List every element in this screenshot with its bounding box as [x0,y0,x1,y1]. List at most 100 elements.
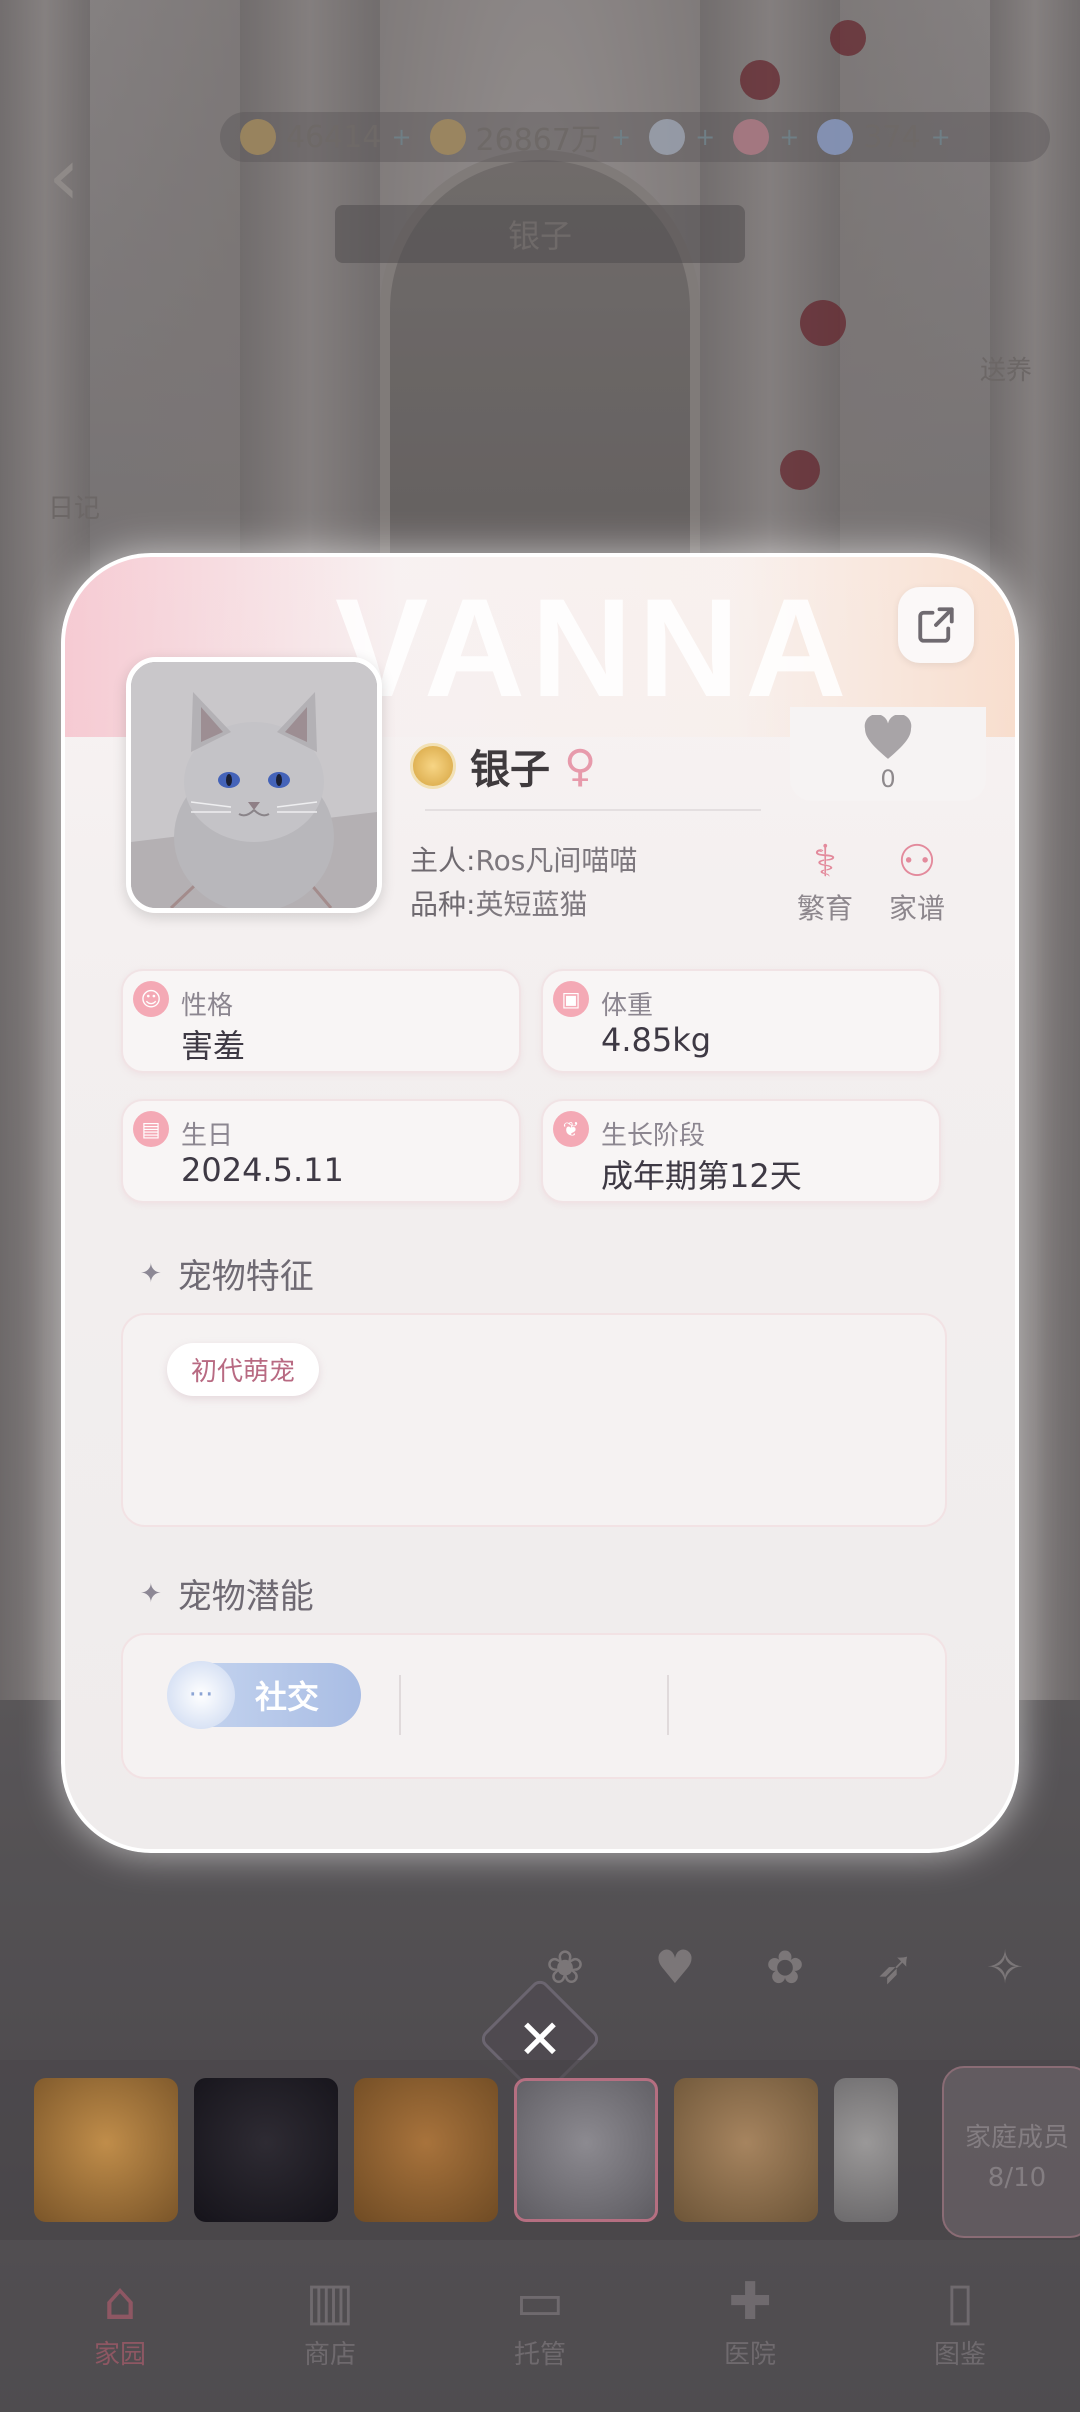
gold-icon [429,119,466,155]
heart-currency-icon [733,119,770,155]
potential-social-badge[interactable]: ··· 社交 [167,1661,361,1729]
stat-label: 体重 [601,991,654,1021]
currency-gold: 26867万 + [429,115,631,159]
growth-stage-stat: ❦ 生长阶段 成年期第12天 [541,1099,941,1203]
weight-stat: ▣ 体重 4.85kg [541,969,941,1073]
scale-icon: ▣ [553,981,589,1017]
pet-name: 银子 [470,747,550,793]
personality-stat: ☺ 性格 害羞 [121,969,521,1073]
pet-thumb-puppy[interactable] [674,2078,818,2222]
nav-collection[interactable]: ▯ 图鉴 [905,2270,1015,2371]
like-button[interactable]: 0 [790,707,986,801]
owner-line: 主人:Ros凡间喵喵 [410,839,637,879]
card-watermark: VANNA [335,569,853,726]
sparkle-icon: ✦ [140,1258,162,1289]
like-count: 0 [880,765,896,793]
stat-value: 成年期第12天 [601,1157,802,1195]
traits-section-title: ✦ 宠物特征 [140,1249,314,1298]
slot-divider [399,1675,401,1735]
family-members-count: 8/10 [987,2163,1047,2193]
breed-label: 品种: [410,888,476,921]
nav-label: 商店 [303,2340,356,2370]
hearts-icon: ♥ [654,1940,696,1994]
plus-icon[interactable]: + [611,123,631,151]
family-members-button[interactable]: 家庭成员 8/10 [942,2066,1080,2238]
family-tree-button-label: 家谱 [888,892,945,925]
location-name: 银子 [507,217,572,255]
pet-avatar[interactable] [126,657,382,913]
plus-icon[interactable]: + [779,123,799,151]
breed-name: 英短蓝猫 [475,888,588,921]
cake-icon: ▤ [133,1111,169,1147]
pet-thumb-golden-dog[interactable] [34,2078,178,2222]
dna-icon: ⚕ [813,836,837,887]
nav-label: 医院 [723,2340,776,2370]
stat-label: 生日 [181,1121,234,1151]
stat-label: 性格 [181,991,234,1021]
share-button[interactable] [898,587,974,663]
nav-shop[interactable]: ▥ 商店 [275,2270,385,2371]
potential-label: 社交 [255,1678,320,1716]
pet-name-row: 银子 ♀ [410,737,596,795]
face-icon: ☺ [133,981,169,1017]
diamond-icon [817,119,854,155]
hospital-icon: ✚ [728,2272,772,2332]
stat-value: 2024.5.11 [181,1151,344,1189]
potential-title-text: 宠物潜能 [177,1577,314,1617]
family-members-label: 家庭成员 [964,2123,1069,2153]
family-tree-icon: ⚇ [897,836,937,887]
nav-hospital[interactable]: ✚ 医院 [695,2270,805,2371]
book-icon: ▯ [945,2272,975,2332]
pet-thumb-black-cat[interactable] [194,2078,338,2222]
plus-icon[interactable]: + [391,123,411,151]
gem-icon [649,119,686,155]
breed-button[interactable]: ⚕ 繁育 [785,837,865,927]
currency-bar: 46414 + 26867万 + + + 374 + [220,112,1050,162]
adopt-out-label[interactable]: 送养 [980,350,1032,387]
diary-label[interactable]: 日记 [48,488,100,525]
trait-tag[interactable]: 初代萌宠 [167,1343,320,1396]
owner-label: 主人: [410,844,476,877]
family-tree-button[interactable]: ⚇ 家谱 [877,837,957,927]
level-badge-icon [410,743,456,789]
nav-label: 图鉴 [933,2340,986,2370]
nav-home[interactable]: ⌂ 家园 [65,2270,175,2371]
currency-diamond: 374 + [817,119,951,155]
shop-icon: ▥ [305,2272,355,2332]
plus-icon[interactable]: + [695,123,715,151]
location-name-plate: 银子 [335,205,745,263]
share-icon [918,607,954,643]
traits-panel: 初代萌宠 [121,1313,947,1527]
traits-title-text: 宠物特征 [177,1257,314,1297]
potential-panel: ··· 社交 [121,1633,947,1779]
pet-thumb-golden-dog[interactable] [354,2078,498,2222]
home-icon: ⌂ [103,2272,137,2332]
sparkle-icon: ✦ [140,1578,162,1609]
coin-icon [240,119,276,155]
currency-gem: + [649,119,715,155]
nav-label: 家园 [93,2340,146,2370]
paw-print-icon: ✿ [765,1940,805,1994]
currency-value: 374 [863,119,921,155]
nav-label: 托管 [513,2340,566,2370]
owner-name[interactable]: Ros凡间喵喵 [475,844,637,877]
pet-thumb-partial[interactable] [834,2078,898,2222]
leaf-icon: ❦ [553,1111,589,1147]
currency-heart: + [733,119,799,155]
potential-section-title: ✦ 宠物潜能 [140,1569,314,1618]
bird-icon: ➶ [875,1940,915,1994]
chat-bubble-icon: ··· [167,1661,235,1729]
briefcase-icon: ▭ [515,2272,565,2332]
breed-line: 品种:英短蓝猫 [410,883,587,923]
stat-label: 生长阶段 [601,1121,706,1151]
nav-boarding[interactable]: ▭ 托管 [485,2270,595,2371]
pet-info-card: VANNA 银子 ♀ 主人:Ros凡间喵喵 品种:英短蓝猫 0 ⚕ 繁育 ⚇ 家… [61,553,1019,1853]
pet-thumb-grey-cat-selected[interactable] [514,2078,658,2222]
wand-icon: ✧ [985,1940,1025,1994]
cat-portrait-image [131,662,377,908]
birthday-stat: ▤ 生日 2024.5.11 [121,1099,521,1203]
currency-value: 26867万 [475,123,601,158]
back-arrow-icon[interactable]: ‹ [48,130,80,223]
plus-icon[interactable]: + [931,123,951,151]
stat-value: 4.85kg [601,1021,712,1059]
